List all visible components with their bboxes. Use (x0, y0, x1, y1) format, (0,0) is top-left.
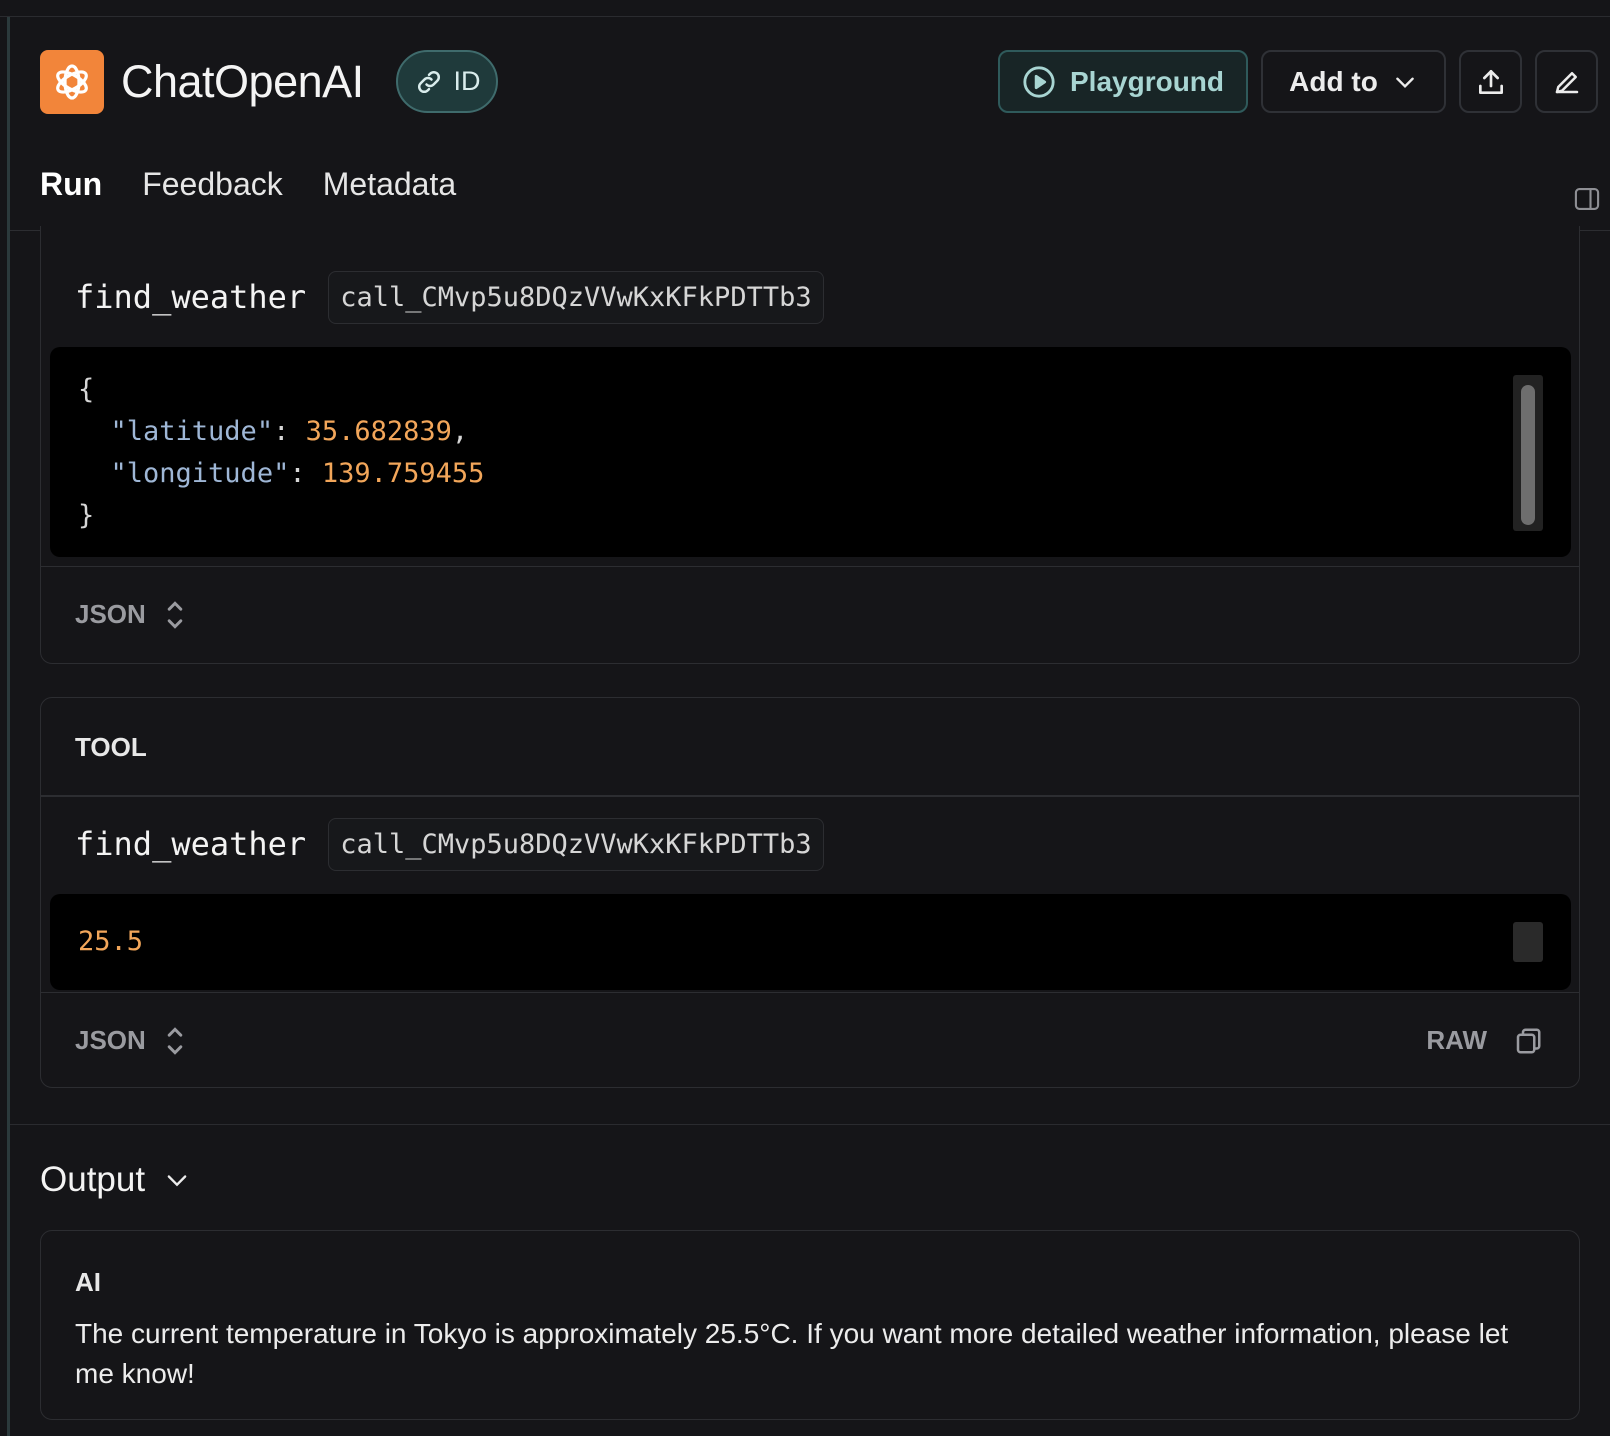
call-id-badge[interactable]: call_CMvp5u8DQzVVwKxKFkPDTTb3 (328, 817, 824, 871)
play-circle-icon (1023, 65, 1055, 98)
scrollbar-thumb[interactable] (1521, 385, 1535, 525)
tool-name: find_weather (75, 278, 307, 316)
json-key-latitude: "latitude" (110, 416, 274, 447)
call-id-badge[interactable]: call_CMvp5u8DQzVVwKxKFkPDTTb3 (328, 270, 824, 324)
tab-bar: Run Feedback Metadata (40, 162, 456, 231)
json-key-longitude: "longitude" (110, 458, 290, 489)
run-header: ChatOpenAI ID Playground Add to Run Feed… (10, 17, 1610, 231)
add-to-button[interactable]: Add to (1261, 50, 1446, 113)
format-selector[interactable]: JSON (75, 1025, 184, 1057)
app-root: ChatOpenAI ID Playground Add to Run Feed… (0, 0, 1610, 1436)
format-label: JSON (75, 599, 146, 629)
add-to-label: Add to (1289, 65, 1378, 97)
format-footer: JSON RAW (41, 992, 1579, 1088)
output-section-toggle[interactable]: Output (40, 1160, 191, 1200)
code-scrollbar[interactable] (1513, 375, 1543, 531)
tool-call-card: find_weather call_CMvp5u8DQzVVwKxKFkPDTT… (40, 226, 1580, 664)
tab-metadata[interactable]: Metadata (323, 162, 456, 231)
code-scrollbar[interactable] (1513, 922, 1543, 962)
copy-icon[interactable] (1513, 1026, 1543, 1056)
json-value-longitude: 139.759455 (321, 458, 485, 489)
json-close-brace: } (78, 500, 95, 531)
json-open-brace: { (78, 374, 95, 405)
section-divider (10, 1124, 1610, 1125)
json-value-latitude: 35.682839 (305, 416, 452, 447)
format-footer: JSON (41, 566, 1579, 662)
chevron-up-down-icon (167, 600, 183, 629)
tool-args-code[interactable]: { "latitude": 35.682839, "longitude": 13… (50, 347, 1571, 557)
output-heading: Output (40, 1160, 146, 1199)
chevron-down-icon (167, 1175, 187, 1187)
tool-role-label: TOOL (75, 732, 147, 762)
run-title: ChatOpenAI (121, 56, 364, 107)
side-panel-toggle-icon[interactable] (1573, 185, 1601, 218)
copy-id-chip[interactable]: ID (396, 50, 498, 113)
playground-button[interactable]: Playground (998, 50, 1248, 113)
ai-message-text: The current temperature in Tokyo is appr… (75, 1318, 1509, 1389)
edit-button[interactable] (1535, 50, 1598, 113)
ai-message-card: AI The current temperature in Tokyo is a… (40, 1230, 1580, 1420)
raw-copy-controls: RAW (1426, 1025, 1543, 1056)
chevron-up-down-icon (167, 1026, 183, 1055)
format-selector[interactable]: JSON (75, 599, 184, 631)
tool-result-value: 25.5 (78, 926, 144, 957)
tool-call-header: find_weather call_CMvp5u8DQzVVwKxKFkPDTT… (41, 249, 1579, 345)
tool-message-header: find_weather call_CMvp5u8DQzVVwKxKFkPDTT… (41, 796, 1579, 892)
openai-logo-icon (40, 50, 104, 114)
pencil-icon (1555, 71, 1578, 93)
raw-toggle[interactable]: RAW (1426, 1025, 1487, 1056)
format-label: JSON (75, 1025, 146, 1055)
share-button[interactable] (1459, 50, 1522, 113)
json-code-lines: { "latitude": 35.682839, "longitude": 13… (78, 374, 485, 531)
link-icon (417, 70, 440, 93)
tool-message-card: TOOL find_weather call_CMvp5u8DQzVVwKxKF… (40, 697, 1580, 1088)
top-bar (0, 0, 1610, 17)
upload-icon (1478, 69, 1503, 94)
tool-result-line: 25.5 (78, 921, 143, 963)
ai-role-label: AI (75, 1267, 101, 1297)
tab-feedback[interactable]: Feedback (142, 162, 283, 231)
chevron-down-icon (1396, 77, 1414, 88)
tool-name: find_weather (75, 825, 307, 863)
tab-run[interactable]: Run (40, 162, 103, 231)
playground-label: Playground (1069, 65, 1224, 97)
tool-result-code[interactable]: 25.5 (50, 894, 1571, 990)
id-chip-label: ID (453, 66, 481, 96)
